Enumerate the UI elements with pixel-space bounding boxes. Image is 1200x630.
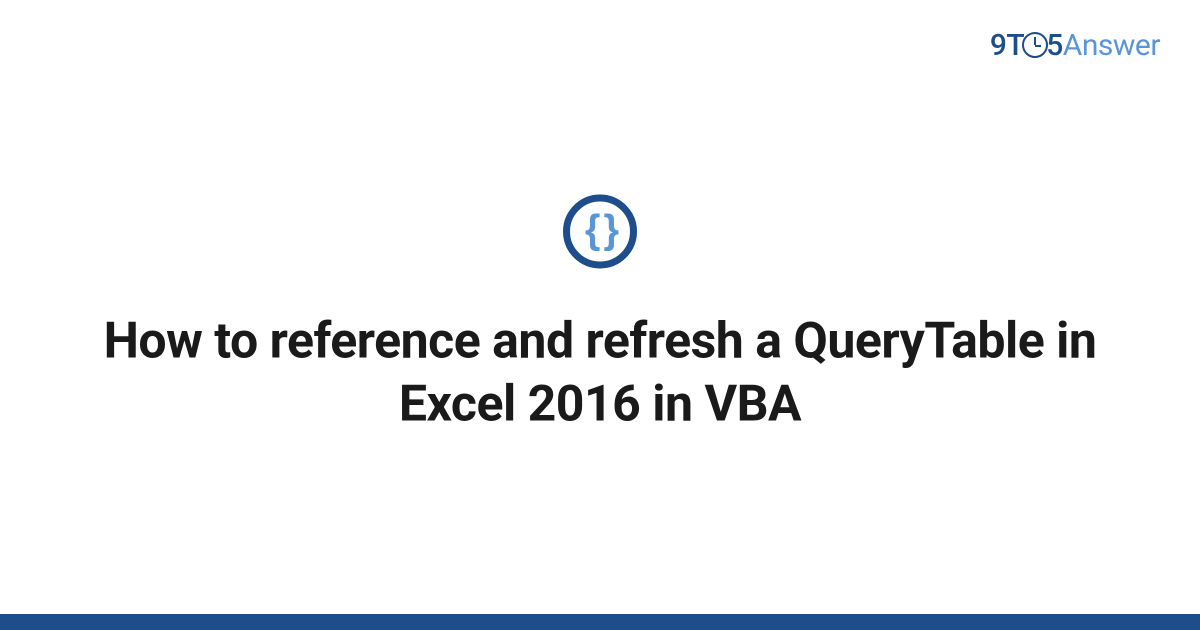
- site-logo[interactable]: 9T 5Answer: [990, 28, 1160, 63]
- footer-bar: [0, 614, 1200, 630]
- braces-glyph: { }: [585, 210, 615, 250]
- code-braces-icon: { }: [563, 195, 637, 269]
- logo-5-text: 5: [1046, 28, 1063, 63]
- logo-9t-text: 9T: [990, 28, 1024, 63]
- clock-icon: [1022, 32, 1048, 58]
- main-content: { } How to reference and refresh a Query…: [0, 195, 1200, 436]
- page-title: How to reference and refresh a QueryTabl…: [60, 311, 1140, 436]
- logo-answer-text: Answer: [1063, 28, 1160, 63]
